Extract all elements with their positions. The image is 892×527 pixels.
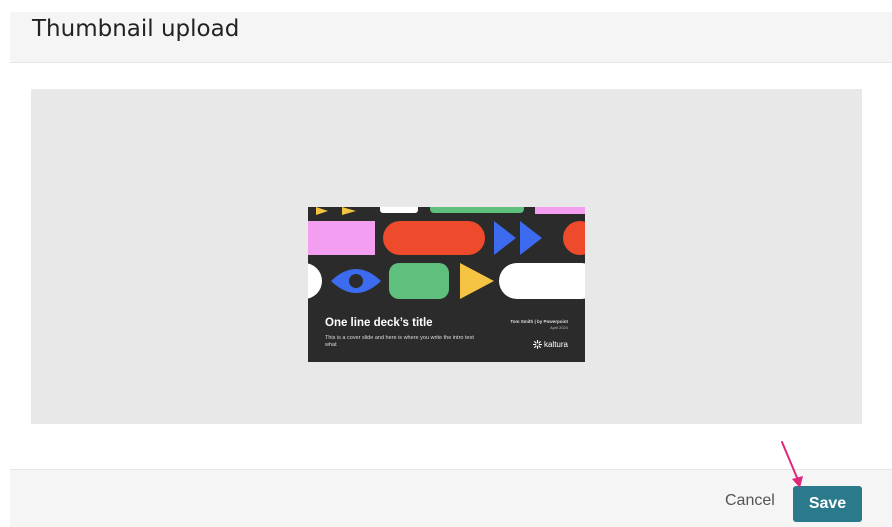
red-pill-shape [383,221,485,255]
blue-triangle-shape [520,221,542,255]
white-pill-shape [499,263,585,299]
dialog-title: Thumbnail upload [32,16,240,42]
kaltura-logo: kaltura [532,340,568,349]
white-circle-shape [308,263,322,299]
blue-eye-shape [331,269,381,293]
kaltura-burst-icon [532,340,542,349]
red-circle-shape [563,221,585,255]
yellow-triangle-shape [460,263,494,299]
thumbnail-preview-area: One line deck’s title This is a cover sl… [31,89,862,424]
yellow-triangle-shape [342,207,356,215]
white-pill-shape [380,207,418,213]
annotation-arrow-icon [781,441,803,488]
yellow-triangle-shape [316,207,328,215]
blue-triangle-shape [494,221,516,255]
pink-rect-shape [535,207,585,214]
green-pill-shape [389,263,449,299]
thumbnail-image: One line deck’s title This is a cover sl… [308,207,585,362]
dialog-footer: Cancel Save [10,469,892,527]
slide-title: One line deck’s title [325,317,433,329]
green-pill-shape [430,207,524,213]
kaltura-logo-text: kaltura [543,340,568,349]
dialog-header: Thumbnail upload [10,12,892,63]
slide-subtitle: This is a cover slide and here is where … [325,335,474,348]
cancel-button[interactable]: Cancel [723,488,777,514]
pink-rect-shape [308,221,375,255]
slide-author: Tom Smith | by Powerpoint [510,319,568,324]
slide-date: April 2024 [549,325,568,330]
